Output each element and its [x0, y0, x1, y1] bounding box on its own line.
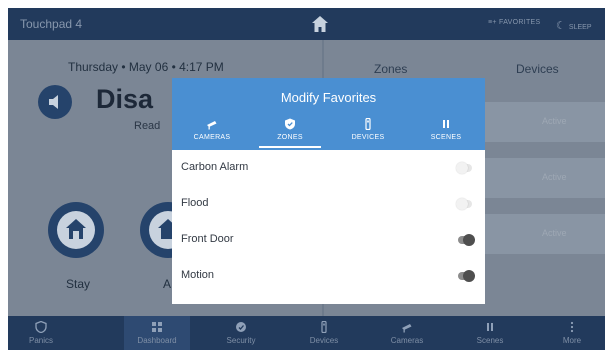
favorite-item-label: Carbon Alarm [181, 161, 249, 173]
top-bar: Touchpad 4 ≡+ FAVORITES ☾ SLEEP [8, 8, 605, 40]
nav-security[interactable]: Security [208, 316, 274, 350]
favorites-button[interactable]: ≡+ FAVORITES [488, 19, 541, 26]
camera-icon [207, 121, 217, 130]
favorite-toggle[interactable] [458, 270, 475, 282]
dialog-title: Modify Favorites [280, 90, 377, 105]
nav-cameras[interactable]: Cameras [374, 316, 440, 350]
tab-devices[interactable]: Devices [516, 62, 559, 76]
tab-cameras[interactable]: CAMERAS [173, 114, 251, 150]
scenes-icon [487, 323, 493, 331]
touchpad-screen: Touchpad 4 ≡+ FAVORITES ☾ SLEEP Thursday… [8, 8, 605, 350]
nav-scenes[interactable]: Scenes [457, 316, 523, 350]
favorite-item-flood[interactable]: Flood [172, 186, 485, 222]
home-icon[interactable] [310, 14, 330, 34]
tab-devices[interactable]: DEVICES [329, 114, 407, 150]
favorite-item-label: Flood [181, 197, 209, 209]
toggle-knob [456, 198, 468, 210]
favorite-toggle[interactable] [458, 234, 475, 246]
favorite-item-label: Motion [181, 269, 215, 281]
tab-scenes[interactable]: SCENES [407, 114, 485, 150]
arm-stay-button[interactable] [48, 202, 104, 258]
dialog-header: Modify Favorites CAMERAS ZONES DEVICES S… [172, 78, 485, 150]
toggle-knob [463, 270, 475, 282]
dashboard-icon [152, 322, 162, 332]
device-title: Touchpad 4 [20, 17, 83, 31]
moon-icon: ☾ [556, 20, 569, 32]
favorite-item-label: Front Door [181, 233, 234, 245]
arm-away-label: A [163, 277, 172, 291]
list-item[interactable]: Active [470, 102, 605, 142]
arm-stay-label: Stay [66, 277, 91, 291]
favorites-icon: ≡+ [488, 19, 500, 26]
more-icon [570, 321, 574, 333]
nav-panics[interactable]: Panics [8, 316, 74, 350]
favorite-toggle[interactable] [456, 162, 472, 174]
nav-dashboard[interactable]: Dashboard [124, 316, 190, 350]
favorite-item-motion[interactable]: Motion [172, 258, 485, 294]
favorite-item-front-door[interactable]: Front Door [172, 222, 485, 258]
camera-icon [402, 324, 412, 333]
sleep-button[interactable]: ☾ SLEEP [556, 19, 592, 32]
bottom-nav: Panics Dashboard Security Devices Camera… [8, 316, 605, 350]
scenes-icon [443, 120, 449, 128]
system-status: Disa [96, 84, 154, 114]
favorite-toggle[interactable] [456, 198, 472, 210]
modify-favorites-dialog: Modify Favorites CAMERAS ZONES DEVICES S… [172, 78, 485, 304]
house-icon [57, 211, 95, 249]
device-icon [321, 321, 327, 333]
date-time: Thursday • May 06 • 4:17 PM [68, 60, 224, 74]
shield-icon [35, 321, 47, 333]
tab-zones[interactable]: Zones [374, 62, 407, 76]
list-item[interactable]: Active [470, 214, 605, 254]
nav-devices[interactable]: Devices [291, 316, 357, 350]
device-icon [365, 118, 371, 130]
tab-zones[interactable]: ZONES [251, 114, 329, 150]
shield-icon [285, 118, 295, 130]
favorite-item-carbon-alarm[interactable]: Carbon Alarm [172, 150, 485, 186]
nav-more[interactable]: More [539, 316, 605, 350]
speaker-icon[interactable] [38, 85, 72, 119]
toggle-knob [463, 234, 475, 246]
security-icon [236, 322, 246, 332]
system-status-detail: Read [134, 120, 161, 132]
toggle-knob [456, 162, 468, 174]
list-item[interactable]: Active [470, 158, 605, 198]
